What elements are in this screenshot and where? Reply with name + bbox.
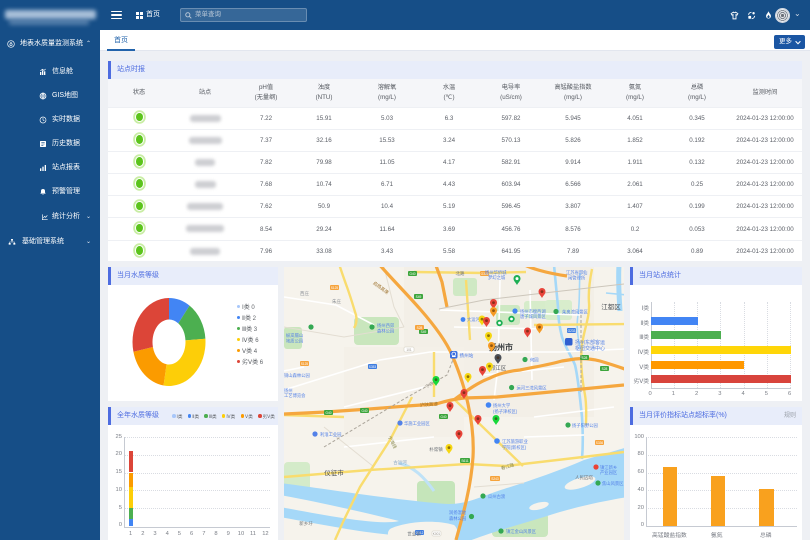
svg-text:森林公园: 森林公园: [377, 328, 394, 335]
svg-text:G233: G233: [568, 329, 576, 333]
svg-text:S28: S28: [417, 326, 423, 330]
svg-text:利淮工业园: 利淮工业园: [320, 431, 341, 438]
svg-text:扬州站: 扬州站: [460, 352, 474, 359]
svg-text:S336: S336: [596, 441, 604, 445]
svg-text:新乡圩: 新乡圩: [299, 520, 313, 527]
svg-text:101: 101: [406, 348, 412, 352]
svg-text:产业园区: 产业园区: [600, 469, 618, 476]
svg-text:瓜州古渡: 瓜州古渡: [488, 493, 506, 500]
svg-text:S28: S28: [602, 367, 608, 371]
svg-text:北路: 北路: [456, 270, 465, 277]
svg-text:镇江金山风景区: 镇江金山风景区: [506, 528, 537, 535]
svg-text:仪征市: 仪征市: [324, 468, 344, 477]
svg-text:G40: G40: [440, 415, 446, 419]
svg-text:G40: G40: [409, 272, 415, 276]
svg-text:S28: S28: [582, 356, 588, 360]
svg-text:唐子城风景区: 唐子城风景区: [520, 313, 546, 320]
svg-text:扬子阳野公园: 扬子阳野公园: [572, 422, 598, 429]
svg-text:焦山风景区: 焦山风景区: [602, 480, 624, 487]
svg-text:朱庄: 朱庄: [332, 298, 341, 305]
svg-text:人民囚塔: 人民囚塔: [575, 474, 593, 481]
svg-text:江都区: 江都区: [601, 303, 621, 311]
svg-text:学院(新校区): 学院(新校区): [502, 444, 527, 451]
svg-text:S611: S611: [461, 459, 468, 463]
svg-text:运河三湾风景区: 运河三湾风景区: [517, 385, 548, 392]
svg-text:S353: S353: [369, 365, 377, 369]
svg-text:地质公园: 地质公园: [286, 338, 303, 345]
svg-text:闲管理所: 闲管理所: [568, 275, 586, 282]
svg-text:茱奥湾风景区: 茱奥湾风景区: [562, 309, 588, 316]
svg-text:G40: G40: [325, 411, 331, 415]
svg-text:K001: K001: [433, 532, 441, 536]
svg-text:S243: S243: [491, 477, 499, 481]
svg-text:世业镇: 世业镇: [407, 531, 421, 538]
svg-text:西庄: 西庄: [300, 290, 309, 297]
svg-text:润扬湿地: 润扬湿地: [449, 509, 467, 516]
svg-text:江苏旅游职业: 江苏旅游职业: [502, 438, 528, 445]
svg-text:G40: G40: [361, 409, 367, 413]
svg-text:华施工业园区: 华施工业园区: [404, 420, 430, 427]
svg-text:S49: S49: [416, 295, 422, 299]
svg-text:古运河: 古运河: [393, 459, 407, 466]
svg-text:铜山森林公园: 铜山森林公园: [284, 372, 310, 379]
svg-text:(扬子津校区): (扬子津校区): [493, 408, 518, 415]
svg-text:森林公园: 森林公园: [449, 515, 466, 522]
svg-text:梦幻之城: 梦幻之城: [488, 274, 506, 281]
svg-text:扬州东部客运: 扬州东部客运: [575, 339, 605, 346]
svg-text:工艺博览会: 工艺博览会: [284, 392, 306, 399]
svg-text:何园: 何园: [530, 357, 539, 364]
svg-text:朴席镇: 朴席镇: [429, 446, 443, 453]
svg-text:S49: S49: [421, 330, 427, 334]
svg-text:S125: S125: [301, 362, 309, 366]
svg-text:S125: S125: [331, 286, 339, 290]
svg-text:枢纽交通中心: 枢纽交通中心: [575, 345, 605, 352]
